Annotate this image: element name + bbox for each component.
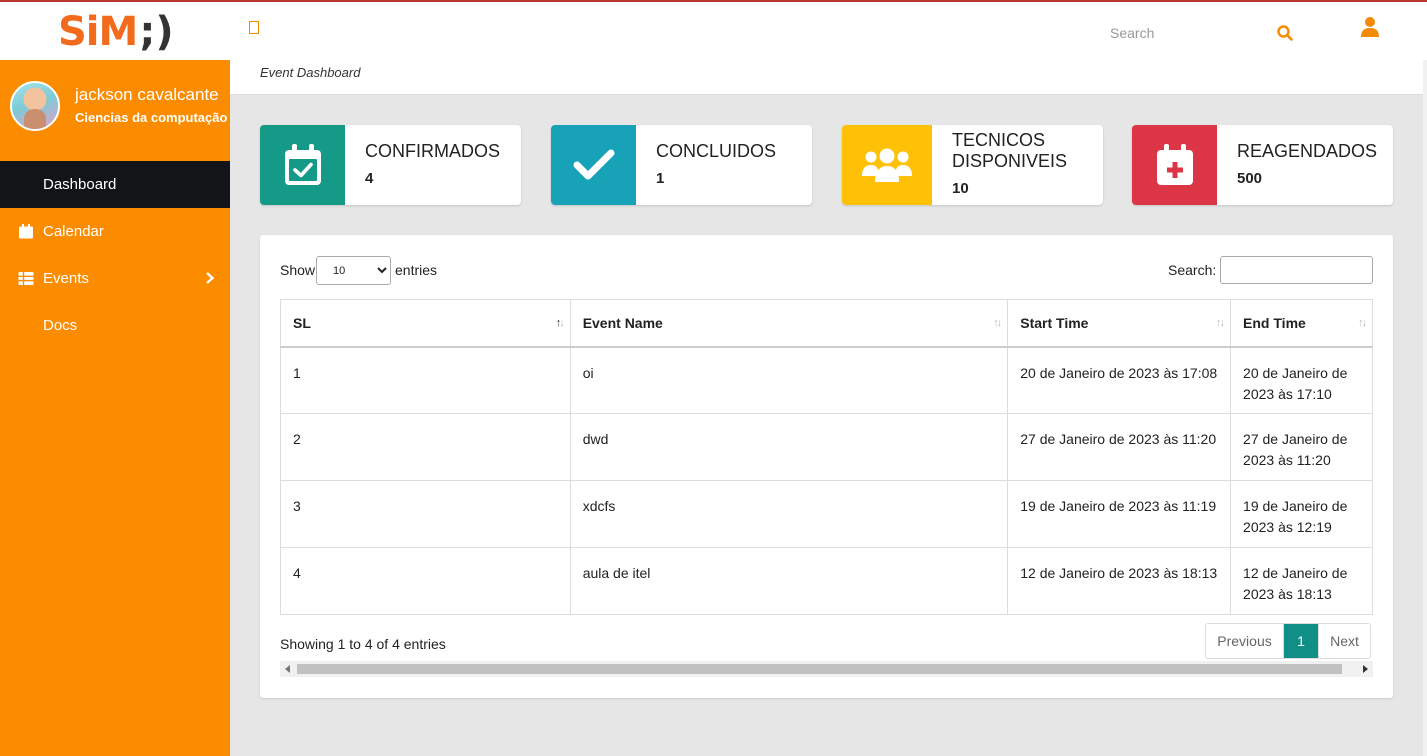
column-header-label: SL bbox=[293, 314, 311, 331]
cell-sl: 3 bbox=[280, 480, 571, 548]
cell-end-time: 20 de Janeiro de 2023 às 17:10 bbox=[1230, 346, 1373, 414]
sort-asc-icon: ↑↓ bbox=[555, 317, 565, 329]
card-icon-box bbox=[842, 125, 932, 205]
card-value: 1 bbox=[656, 170, 665, 187]
page-scrollbar[interactable] bbox=[1423, 60, 1427, 756]
user-profile: jackson cavalcante Ciencias da computaçã… bbox=[10, 80, 228, 140]
page-button-current[interactable]: 1 bbox=[1284, 624, 1318, 658]
menu-toggle-icon[interactable] bbox=[249, 21, 259, 34]
card-icon-box bbox=[551, 125, 636, 205]
scrollbar-thumb[interactable] bbox=[297, 664, 1342, 674]
card-title-line: TECNICOS bbox=[952, 130, 1046, 150]
check-icon bbox=[573, 149, 614, 180]
breadcrumb: Event Dashboard bbox=[260, 65, 361, 80]
card-title-line: DISPONIVEIS bbox=[952, 151, 1068, 171]
cell-end-time: 27 de Janeiro de 2023 às 11:20 bbox=[1230, 413, 1373, 481]
stat-card-concluidos: CONCLUIDOS 1 bbox=[551, 125, 812, 205]
stat-card-confirmados: CONFIRMADOS 4 bbox=[260, 125, 521, 205]
top-header: SiM ;) bbox=[0, 0, 1427, 60]
scroll-right-arrow-icon[interactable] bbox=[1363, 665, 1368, 673]
column-header-label: End Time bbox=[1243, 314, 1306, 331]
calendar-icon bbox=[19, 224, 33, 239]
breadcrumb-bar: Event Dashboard bbox=[230, 60, 1423, 95]
cell-start-time: 20 de Janeiro de 2023 às 17:08 bbox=[1007, 346, 1232, 414]
avatar bbox=[10, 81, 60, 131]
sort-icon: ↑↓ bbox=[1358, 317, 1367, 329]
column-header-sl[interactable]: SL ↑↓ bbox=[280, 299, 571, 348]
cell-start-time: 12 de Janeiro de 2023 às 18:13 bbox=[1007, 547, 1232, 615]
show-label: Show bbox=[280, 262, 316, 278]
cell-sl: 2 bbox=[280, 413, 571, 481]
user-icon[interactable] bbox=[1360, 16, 1380, 38]
column-header-label: Start Time bbox=[1020, 314, 1089, 331]
column-header-start-time[interactable]: Start Time ↑↓ bbox=[1007, 299, 1232, 348]
card-title: REAGENDADOS bbox=[1237, 141, 1378, 161]
card-title: CONFIRMADOS bbox=[365, 141, 500, 161]
column-header-label: Event Name bbox=[582, 314, 663, 331]
cell-end-time: 12 de Janeiro de 2023 às 18:13 bbox=[1230, 547, 1373, 615]
card-icon-box bbox=[1132, 125, 1217, 205]
search-input[interactable] bbox=[1110, 20, 1270, 46]
table-row[interactable]: 3 xdcfs 19 de Janeiro de 2023 às 11:19 1… bbox=[280, 480, 1373, 548]
table-row[interactable]: 1 oi 20 de Janeiro de 2023 às 17:08 20 d… bbox=[280, 346, 1373, 414]
pagination: Previous 1 Next bbox=[1205, 623, 1371, 659]
card-value: 500 bbox=[1237, 170, 1263, 187]
cell-sl: 1 bbox=[280, 346, 571, 414]
entries-length-select[interactable]: 10 bbox=[316, 256, 391, 285]
card-value: 4 bbox=[365, 170, 374, 187]
cell-event-name: dwd bbox=[569, 413, 1009, 481]
search-icon[interactable] bbox=[1276, 24, 1294, 42]
sort-icon: ↑↓ bbox=[1216, 317, 1225, 329]
user-role: Ciencias da computação bbox=[75, 110, 228, 125]
sidebar-nav: Dashboard Calendar Events Docs bbox=[0, 161, 230, 349]
table-row[interactable]: 4 aula de itel 12 de Janeiro de 2023 às … bbox=[280, 547, 1373, 615]
next-page-button[interactable]: Next bbox=[1318, 624, 1370, 658]
logo-smile: ;) bbox=[139, 9, 174, 55]
sidebar-item-label: Docs bbox=[43, 317, 78, 334]
calendar-check-icon bbox=[284, 144, 321, 185]
card-title: CONCLUIDOS bbox=[656, 141, 777, 161]
previous-page-button[interactable]: Previous bbox=[1206, 624, 1284, 658]
logo-text: SiM bbox=[58, 9, 138, 55]
app-logo[interactable]: SiM ;) bbox=[58, 10, 174, 54]
cell-start-time: 27 de Janeiro de 2023 às 11:20 bbox=[1007, 413, 1232, 481]
cell-event-name: aula de itel bbox=[569, 547, 1009, 615]
sidebar-item-label: Calendar bbox=[43, 223, 104, 240]
calendar-plus-icon bbox=[1156, 144, 1193, 185]
events-table-panel: Show 10 entries Search: SL ↑↓ Event Name ↑… bbox=[260, 235, 1393, 698]
cell-event-name: oi bbox=[569, 346, 1009, 414]
stat-card-tecnicos: TECNICOS DISPONIVEIS 10 bbox=[842, 125, 1103, 205]
chevron-right-icon bbox=[206, 272, 215, 284]
card-icon-box bbox=[260, 125, 345, 205]
sidebar-item-calendar[interactable]: Calendar bbox=[0, 208, 230, 255]
sidebar-item-dashboard[interactable]: Dashboard bbox=[0, 161, 230, 208]
table-search-label: Search: bbox=[1168, 262, 1217, 278]
cell-end-time: 19 de Janeiro de 2023 às 12:19 bbox=[1230, 480, 1373, 548]
column-header-end-time[interactable]: End Time ↑↓ bbox=[1230, 299, 1373, 348]
column-header-event-name[interactable]: Event Name ↑↓ bbox=[569, 299, 1009, 348]
users-icon bbox=[862, 148, 912, 182]
table-icon bbox=[18, 272, 34, 285]
sidebar-item-docs[interactable]: Docs bbox=[0, 302, 230, 349]
table-header-row: SL ↑↓ Event Name ↑↓ Start Time ↑↓ End Time ↑… bbox=[280, 299, 1373, 348]
entries-label: entries bbox=[395, 262, 438, 278]
table-search-input[interactable] bbox=[1220, 256, 1373, 284]
table-info: Showing 1 to 4 of 4 entries bbox=[280, 636, 446, 652]
sidebar-item-label: Dashboard bbox=[43, 176, 117, 193]
card-title: TECNICOS DISPONIVEIS bbox=[952, 130, 1067, 172]
sidebar-item-events[interactable]: Events bbox=[0, 255, 230, 302]
stat-card-reagendados: REAGENDADOS 500 bbox=[1132, 125, 1393, 205]
card-value: 10 bbox=[952, 180, 969, 197]
scroll-left-arrow-icon[interactable] bbox=[285, 665, 290, 673]
events-table: SL ↑↓ Event Name ↑↓ Start Time ↑↓ End Time ↑… bbox=[280, 299, 1373, 615]
table-row[interactable]: 2 dwd 27 de Janeiro de 2023 às 11:20 27 … bbox=[280, 413, 1373, 481]
sidebar: jackson cavalcante Ciencias da computaçã… bbox=[0, 60, 230, 756]
user-name: jackson cavalcante bbox=[75, 85, 219, 104]
cell-start-time: 19 de Janeiro de 2023 às 11:19 bbox=[1007, 480, 1232, 548]
cell-event-name: xdcfs bbox=[569, 480, 1009, 548]
horizontal-scrollbar[interactable] bbox=[280, 661, 1373, 677]
cell-sl: 4 bbox=[280, 547, 571, 615]
sidebar-item-label: Events bbox=[43, 270, 89, 287]
sort-icon: ↑↓ bbox=[993, 317, 1002, 329]
